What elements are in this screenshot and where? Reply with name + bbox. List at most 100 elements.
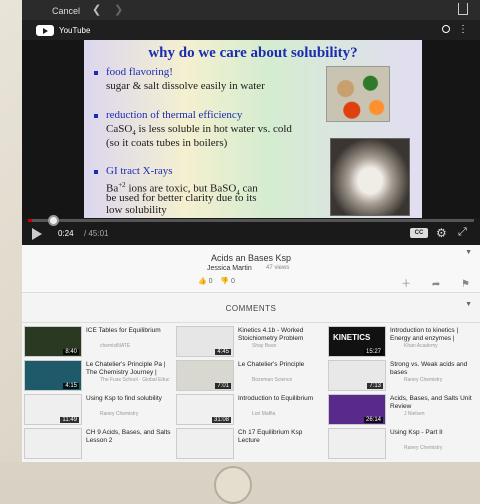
related-video-card[interactable]: 7:13 Strong vs. Weak acids and bases Raney… (326, 360, 478, 393)
video-thumbnail[interactable] (176, 428, 234, 459)
captions-icon[interactable]: CC (410, 228, 428, 238)
tablet-screen: Cancel ❮ ❯ YouTube ⋮ why do we care abou… (22, 0, 480, 462)
slide-bullet-body: (so it coats tubes in boilers) (106, 137, 228, 149)
fullscreen-icon[interactable]: ⤢ (458, 226, 467, 239)
related-video-channel: chemistNATE (100, 343, 131, 349)
slide-title: why do we care about solubility? (148, 45, 358, 61)
related-video-channel: Lori Maffia (252, 411, 276, 417)
share-arrow-icon[interactable]: ➦ (432, 279, 440, 290)
formula-part: CaSO (106, 123, 133, 135)
cancel-button[interactable]: Cancel (52, 6, 80, 16)
video-thumbnail[interactable]: 4:45 (176, 326, 234, 357)
dislike-count: 0 (231, 278, 235, 285)
youtube-logo-icon[interactable] (36, 25, 54, 36)
video-player[interactable]: why do we care about solubility? food fl… (22, 40, 480, 245)
related-video-channel: Khan Academy (404, 343, 438, 349)
channel-name[interactable]: Jessica Martin (207, 265, 252, 272)
related-video-card[interactable]: 26:14 Acids, Bases, and Salts Unit Review… (326, 394, 478, 427)
related-video-title[interactable]: Kinetics 4.1b - Worked Stoichiometry Pro… (238, 327, 324, 343)
related-video-card[interactable]: 7:01 Le Chatelier's Principle Bozeman Scie… (174, 360, 326, 393)
like-dislike-group: 👍 0 👎 0 (198, 277, 235, 285)
video-duration: 15:27 (363, 349, 383, 355)
related-video-title[interactable]: CH 9 Acids, Bases, and Salts Lesson 2 (86, 429, 172, 445)
more-menu-icon[interactable]: ⋮ (458, 24, 468, 35)
thumbs-up-icon[interactable]: 👍 (198, 278, 207, 285)
video-duration: 4:45 (215, 349, 231, 355)
related-video-title[interactable]: Introduction to Equilibrium (238, 395, 324, 403)
current-time: 0:24 (58, 229, 74, 238)
app-name: YouTube (59, 26, 91, 35)
chevron-right-icon[interactable]: ❯ (114, 3, 123, 16)
video-thumbnail[interactable]: 11:49 (24, 394, 82, 425)
related-video-title[interactable]: ICE Tables for Equilibrium (86, 327, 172, 335)
related-video-card[interactable]: CH 9 Acids, Bases, and Salts Lesson 2 (22, 428, 174, 461)
progress-bar[interactable] (28, 215, 474, 226)
chevron-down-icon[interactable]: ▼ (465, 301, 472, 308)
progress-fill (28, 219, 32, 222)
related-video-card[interactable]: 31:08 Introduction to Equilibrium Lori Maf… (174, 394, 326, 427)
related-video-card[interactable]: 4:15 Le Chatelier's Principle Pa | The Ch… (22, 360, 174, 393)
bullet-marker (94, 170, 98, 174)
video-duration: 7:01 (215, 383, 231, 389)
formula-rest: is less soluble in hot water vs. cold (135, 123, 292, 135)
related-video-title[interactable]: Introduction to kinetics | Energy and en… (390, 327, 476, 343)
progress-handle[interactable] (48, 215, 59, 226)
device-bezel (0, 462, 480, 504)
slide-bullet-head: GI tract X-rays (106, 165, 173, 177)
video-thumbnail[interactable]: 31:08 (176, 394, 234, 425)
comments-header[interactable]: COMMENTS ▼ (22, 293, 480, 323)
video-thumbnail[interactable]: 7:01 (176, 360, 234, 391)
related-video-title[interactable]: Acids, Bases, and Salts Unit Review (390, 395, 476, 411)
related-video-title[interactable]: Using Ksp to find solubility (86, 395, 172, 403)
video-thumbnail[interactable]: 26:14 (328, 394, 386, 425)
thumbs-down-icon[interactable]: 👎 (220, 278, 229, 285)
comments-label: COMMENTS (225, 304, 277, 313)
video-duration: 8:40 (63, 349, 79, 355)
related-video-card[interactable]: 11:49 Using Ksp to find solubility Raney C… (22, 394, 174, 427)
play-icon[interactable] (32, 228, 42, 240)
gear-icon[interactable]: ⚙ (436, 226, 447, 240)
related-video-title[interactable]: Ch 17 Equilibrium Ksp Lecture (238, 429, 324, 445)
video-duration: 11:49 (60, 417, 79, 423)
bullet-marker (94, 114, 98, 118)
bullet-marker (94, 71, 98, 75)
player-controls: 0:24 / 45:01 CC ⚙ ⤢ (22, 215, 480, 245)
related-video-title[interactable]: Le Chatelier's Principle Pa | The Chemis… (86, 361, 172, 377)
home-button[interactable] (214, 466, 252, 504)
food-bowls-image (326, 66, 390, 122)
related-video-card[interactable]: Ch 17 Equilibrium Ksp Lecture (174, 428, 326, 461)
video-thumbnail[interactable]: 8:40 (24, 326, 82, 357)
related-video-title[interactable]: Using Ksp - Part II (390, 429, 476, 437)
xray-image (330, 138, 410, 216)
share-icon[interactable] (458, 3, 468, 15)
video-duration: 26:14 (363, 417, 383, 423)
related-video-channel: The Fuse School · Global Educ (100, 377, 170, 383)
related-video-title[interactable]: Le Chatelier's Principle (238, 361, 324, 369)
video-thumbnail[interactable]: 4:15 (24, 360, 82, 391)
video-thumbnail[interactable]: 7:13 (328, 360, 386, 391)
browser-toolbar: Cancel ❮ ❯ (22, 0, 480, 20)
chevron-down-icon[interactable]: ▼ (465, 249, 472, 256)
related-video-card[interactable]: Using Ksp - Part II Raney Chemistry (326, 428, 478, 461)
slide-bullet-body: sugar & salt dissolve easily in water (106, 80, 265, 92)
video-thumbnail[interactable] (24, 428, 82, 459)
slide-bullet-head: reduction of thermal efficiency (106, 109, 243, 121)
related-video-card[interactable]: KINETICS 15:27 Introduction to kinetics | … (326, 326, 478, 359)
video-thumbnail[interactable]: KINETICS 15:27 (328, 326, 386, 357)
related-video-card[interactable]: 8:40 ICE Tables for Equilibrium chemistNAT… (22, 326, 174, 359)
related-video-title[interactable]: Strong vs. Weak acids and bases (390, 361, 476, 377)
related-video-channel: Raney Chemistry (100, 411, 139, 417)
add-to-playlist-icon[interactable]: ＋ (401, 279, 411, 290)
youtube-header: YouTube ⋮ (22, 20, 480, 40)
video-duration: 31:08 (211, 417, 231, 423)
like-count: 0 (208, 278, 213, 285)
video-info: Acids an Bases Ksp ▼ Jessica Martin 47 v… (22, 245, 480, 293)
chevron-left-icon[interactable]: ❮ (92, 3, 101, 16)
video-thumbnail[interactable] (328, 428, 386, 459)
related-video-channel: Bozeman Science (252, 377, 293, 383)
related-video-card[interactable]: 4:45 Kinetics 4.1b - Worked Stoichiometry… (174, 326, 326, 359)
thumbnail-overlay-text: KINETICS (333, 333, 371, 342)
search-icon[interactable] (442, 25, 450, 33)
flag-icon[interactable]: ⚑ (461, 279, 470, 290)
video-duration: 4:15 (63, 383, 79, 389)
